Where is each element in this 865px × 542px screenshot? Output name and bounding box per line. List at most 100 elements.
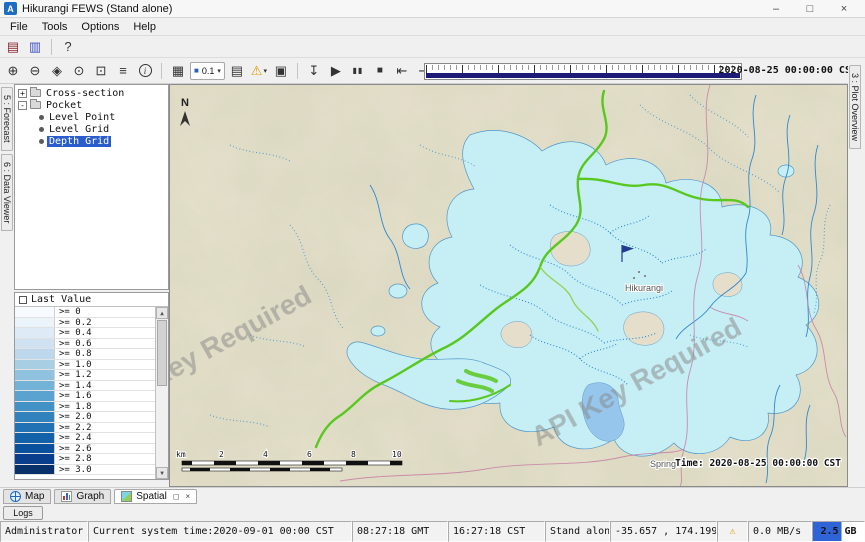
class-swatch-icon: ■ (194, 66, 199, 75)
tree-node-level-point[interactable]: Level Point (15, 111, 168, 123)
legend-row: >= 2.6 (15, 444, 155, 455)
current-time-label: 2020-08-25 00:00:00 CST (719, 65, 857, 76)
help-icon[interactable]: ? (58, 37, 78, 56)
window-controls: – □ × (759, 3, 861, 15)
collapse-icon[interactable]: - (18, 101, 27, 110)
tree-node-pocket[interactable]: - Pocket (15, 99, 168, 111)
scroll-up-icon[interactable]: ▲ (156, 307, 168, 319)
profile-tool-icon[interactable]: ▤ (227, 61, 247, 80)
legend-row: >= 1.6 (15, 391, 155, 402)
app-logo-icon: A (4, 2, 17, 15)
play-icon[interactable]: ▶ (326, 61, 346, 80)
separator (297, 63, 298, 79)
legend-swatch (15, 318, 55, 328)
tab-graph[interactable]: Graph (54, 489, 111, 504)
window-title: Hikurangi FEWS (Stand alone) (22, 3, 172, 15)
tree-node-label-selected[interactable]: Depth Grid (47, 136, 111, 147)
svg-text:6: 6 (307, 450, 312, 459)
tab-forecast[interactable]: 5 : Forecast (1, 87, 13, 151)
tree-node-label[interactable]: Pocket (44, 100, 84, 111)
separator (161, 63, 162, 79)
restore-panel-icon[interactable]: ◻ (173, 492, 180, 501)
node-bullet-icon (39, 115, 44, 120)
layers-icon[interactable]: ≡ (113, 61, 133, 80)
tree-node-label[interactable]: Level Point (47, 112, 117, 123)
legend-swatch (15, 433, 55, 443)
database-icon[interactable]: ▤ (3, 37, 23, 56)
legend-swatch (15, 412, 55, 422)
globe-icon (10, 491, 21, 502)
logs-button[interactable]: Logs (3, 506, 43, 520)
separator (51, 39, 52, 55)
folder-icon (30, 89, 41, 97)
pause-icon[interactable]: ▮▮ (348, 61, 368, 80)
legend-swatch (15, 391, 55, 401)
pan-icon[interactable]: ◈ (47, 61, 67, 80)
legend-swatch (15, 349, 55, 359)
legend-header: Last Value (15, 293, 168, 307)
maximize-icon[interactable]: □ (793, 3, 827, 15)
tree-node-depth-grid[interactable]: Depth Grid (15, 135, 168, 147)
left-tab-strip: 5 : Forecast 6 : Data Viewer (0, 84, 14, 487)
tree-node-label[interactable]: Level Grid (47, 124, 111, 135)
skip-to-start-icon[interactable]: ⇤ (392, 61, 412, 80)
stop-icon[interactable]: ■ (370, 61, 390, 80)
legend-row: >= 1.2 (15, 370, 155, 381)
zoom-extent-icon[interactable]: ⊡ (91, 61, 111, 80)
legend-row: >= 0.8 (15, 349, 155, 360)
warning-threshold-icon[interactable]: ⚠▾ (249, 61, 269, 80)
legend-row: >= 0.2 (15, 318, 155, 329)
legend-swatch (15, 328, 55, 338)
last-value-checkbox[interactable] (19, 296, 27, 304)
legend-row: >= 1.0 (15, 360, 155, 371)
tab-data-viewer[interactable]: 6 : Data Viewer (1, 154, 13, 231)
menu-tools[interactable]: Tools (35, 20, 75, 34)
menu-file[interactable]: File (3, 20, 35, 34)
tree-node-level-grid[interactable]: Level Grid (15, 123, 168, 135)
scroll-thumb[interactable] (157, 320, 167, 386)
svg-text:N: N (181, 97, 189, 109)
legend-row: >= 3.0 (15, 465, 155, 476)
zoom-previous-icon[interactable]: ⊙ (69, 61, 89, 80)
ground-profile-icon[interactable]: ↧ (304, 61, 324, 80)
status-system-time: Current system time:2020-09-01 00:00 CST (88, 521, 352, 542)
node-bullet-icon (39, 127, 44, 132)
bottom-tab-bar: Map Graph Spatial ◻ × (0, 487, 865, 505)
spatial-map[interactable]: API Key Required API Key Required Hikura… (169, 84, 848, 487)
legend-swatch (15, 307, 55, 317)
legend-scrollbar[interactable]: ▲ ▼ (155, 307, 168, 479)
tab-spatial[interactable]: Spatial ◻ × (114, 489, 197, 504)
legend-header-label: Last Value (31, 294, 91, 305)
map-time-label: Time: 2020-08-25 00:00:00 CST (675, 458, 841, 469)
status-warning-icon[interactable]: ⚠ (717, 521, 748, 542)
layer-tree: + Cross-section - Pocket Level Point Lev… (14, 84, 169, 290)
legend-swatch (15, 339, 55, 349)
svg-text:4: 4 (263, 450, 268, 459)
time-slider[interactable] (424, 63, 742, 80)
class-break-dropdown[interactable]: ■ 0.1 ▾ (190, 62, 225, 80)
tab-map[interactable]: Map (3, 489, 51, 504)
chevron-down-icon: ▾ (263, 67, 267, 75)
legend-swatch (15, 381, 55, 391)
menu-help[interactable]: Help (126, 20, 163, 34)
tab-plot-overview[interactable]: 3 : Plot Overview (849, 65, 861, 149)
zoom-out-icon[interactable]: ⊖ (25, 61, 45, 80)
minimize-icon[interactable]: – (759, 3, 793, 15)
close-icon[interactable]: × (827, 3, 861, 15)
grid-display-icon[interactable]: ▦ (168, 61, 188, 80)
expand-icon[interactable]: + (18, 89, 27, 98)
chevron-down-icon: ▾ (217, 67, 221, 75)
tree-node-label[interactable]: Cross-section (44, 88, 126, 99)
info-icon[interactable]: i (135, 61, 155, 80)
time-slider-bar (426, 73, 740, 78)
menu-options[interactable]: Options (74, 20, 126, 34)
svg-text:2: 2 (219, 450, 224, 459)
movie-export-icon[interactable]: ▣ (271, 61, 291, 80)
display-manager-icon[interactable]: ▥ (25, 37, 45, 56)
scroll-down-icon[interactable]: ▼ (156, 467, 168, 479)
close-tab-icon[interactable]: × (185, 492, 190, 501)
legend-swatch (15, 465, 55, 475)
status-transfer-rate: 0.0 MB/s (748, 521, 812, 542)
tree-node-cross-section[interactable]: + Cross-section (15, 87, 168, 99)
zoom-in-icon[interactable]: ⊕ (3, 61, 23, 80)
